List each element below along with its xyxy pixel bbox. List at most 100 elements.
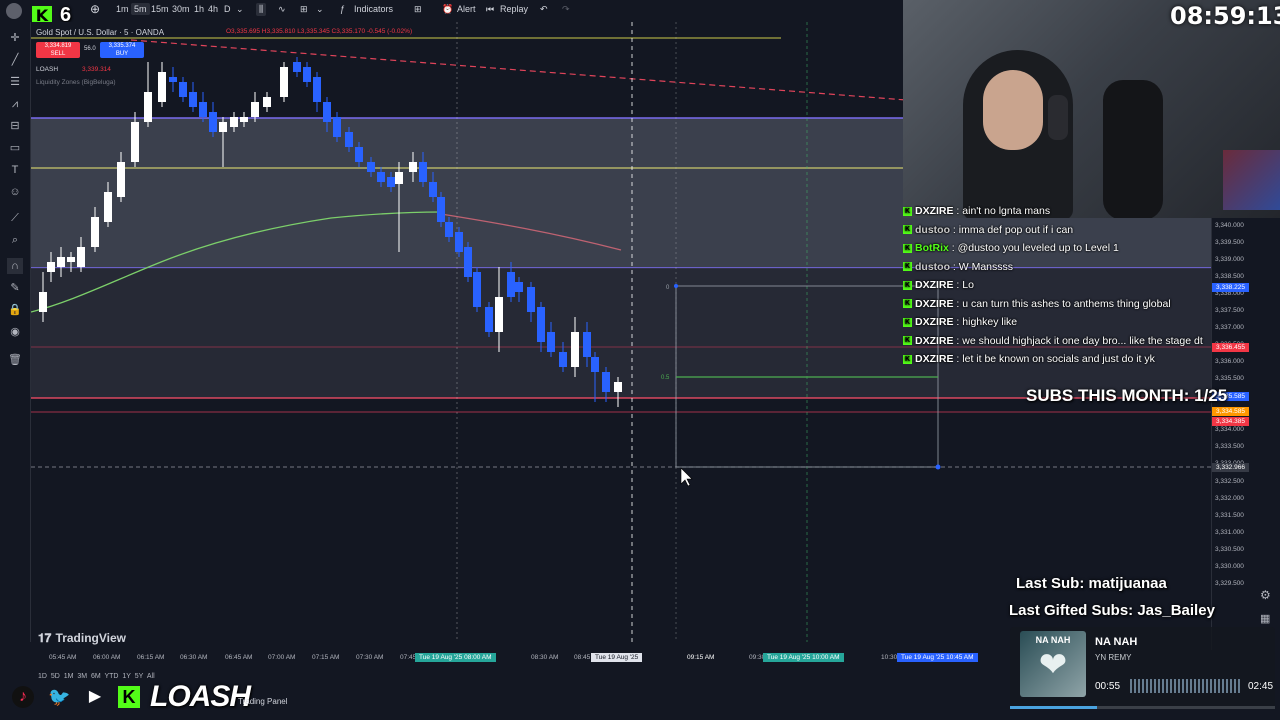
price-tag-crosshair: 3,332.966 <box>1212 463 1249 472</box>
price-axis-label: 3,336.000 <box>1215 358 1244 365</box>
zoom-icon[interactable]: ⌕ <box>7 232 23 248</box>
candle-body <box>219 122 227 132</box>
shapes-icon[interactable]: ▭ <box>7 140 23 156</box>
price-tag-red-low: 3,334.385 <box>1212 417 1249 426</box>
price-axis-label: 3,330.000 <box>1215 563 1244 570</box>
kick-badge-icon: K <box>903 280 912 290</box>
chat-message: K DXZIRE : Lo <box>903 279 974 296</box>
range-1m[interactable]: 1M <box>64 673 74 680</box>
chevron-down-icon[interactable]: ⌄ <box>236 4 244 15</box>
indicator-loash[interactable]: LOASH <box>36 66 58 73</box>
candle-body <box>367 162 375 172</box>
sell-button[interactable]: 3,334.819 SELL <box>36 42 80 58</box>
interval-15m[interactable]: 15m <box>151 4 169 14</box>
draw-mode-icon[interactable]: ✎ <box>7 280 23 296</box>
interval-d[interactable]: D <box>224 4 231 14</box>
crosshair-icon[interactable]: ✛ <box>7 30 23 46</box>
price-axis-label: 3,335.500 <box>1215 375 1244 382</box>
price-tag-blue-top: 3,338.225 <box>1212 283 1249 292</box>
candle-body <box>602 372 610 392</box>
youtube-icon: ▶ <box>88 688 102 705</box>
indicators-button[interactable]: Indicators <box>354 4 393 14</box>
ohlc-values: O3,335.695 H3,335.810 L3,335.345 C3,335.… <box>226 28 413 35</box>
spread-value: 56.0 <box>84 46 96 52</box>
chat-text: : ain't no lgnta mans <box>953 205 1051 217</box>
undo-icon[interactable]: ↶ <box>540 4 548 15</box>
text-icon[interactable]: T <box>7 162 23 178</box>
trading-panel-tab[interactable]: Trading Panel <box>238 697 288 706</box>
range-ytd[interactable]: YTD <box>104 673 118 680</box>
line-chart-icon[interactable]: ∿ <box>278 4 286 15</box>
time-tag-blue: Tue 19 Aug '25 10:45 AM <box>897 653 978 662</box>
indicators-icon[interactable]: ƒ <box>340 4 345 14</box>
time-label: 06:00 AM <box>93 654 121 661</box>
time-tag-green2: Tue 19 Aug '25 10:00 AM <box>763 653 844 662</box>
settings-icon[interactable]: ⚙ <box>1260 588 1271 602</box>
replay-icon[interactable]: ⏮ <box>486 4 494 15</box>
fib-icon[interactable]: ☰ <box>7 74 23 90</box>
interval-1h[interactable]: 1h <box>194 4 204 14</box>
range-1y[interactable]: 1Y <box>122 673 131 680</box>
lock-icon[interactable]: 🔒 <box>7 302 23 318</box>
interval-30m[interactable]: 30m <box>172 4 190 14</box>
candle-body <box>91 217 99 247</box>
candle-body <box>144 92 152 122</box>
track-title: NA NAH <box>1095 636 1138 648</box>
redo-icon[interactable]: ↷ <box>562 4 570 15</box>
chat-username: DXZIRE <box>915 205 954 217</box>
indicator-liquidity-zones[interactable]: Liquidity Zones (BigBeluga) <box>36 79 116 86</box>
templates-icon[interactable]: ⊞ <box>414 4 422 15</box>
chat-text: : u can turn this ashes to anthems thing… <box>953 297 1171 310</box>
eye-icon[interactable]: ◉ <box>7 324 23 340</box>
time-label: 05:45 AM <box>49 654 77 661</box>
candle-body <box>559 352 567 367</box>
interval-1m[interactable]: 1m <box>116 4 129 14</box>
chevron-down-icon[interactable]: ⌄ <box>316 4 324 15</box>
alert-icon[interactable]: ⏰ <box>442 4 453 15</box>
price-axis-label: 3,339.000 <box>1215 256 1244 263</box>
interval-5m[interactable]: 5m <box>131 3 150 15</box>
chat-text: : we should highjack it one day bro... l… <box>953 334 1203 347</box>
range-5d[interactable]: 5D <box>51 673 60 680</box>
album-art: NA NAH ❤ <box>1020 631 1086 697</box>
price-axis-label: 3,329.500 <box>1215 580 1244 587</box>
progress-fill <box>1010 706 1098 709</box>
chart-toolbar: K 6 ⊕ 1m 5m 15m 30m 1h 4h D ⌄ ⫼ ∿ ⊞ ⌄ ƒ … <box>0 0 903 26</box>
range-6m[interactable]: 6M <box>91 673 101 680</box>
magnet-icon[interactable]: ∩ <box>7 258 23 274</box>
calendar-icon[interactable]: ▦ <box>1260 612 1270 625</box>
range-1d[interactable]: 1D <box>38 673 47 680</box>
add-symbol-icon[interactable]: ⊕ <box>90 2 100 16</box>
interval-4h[interactable]: 4h <box>208 4 218 14</box>
range-3m[interactable]: 3M <box>77 673 87 680</box>
range-5y[interactable]: 5Y <box>135 673 144 680</box>
trash-icon[interactable]: 🗑 <box>7 352 23 368</box>
trend-line-icon[interactable]: ╱ <box>7 52 23 68</box>
range-level-mid: 0.5 <box>661 375 670 381</box>
kick-badge-icon: K <box>903 225 912 235</box>
buy-button[interactable]: 3,335.374 BUY <box>100 42 144 58</box>
indicator-loash-value: 3,339.314 <box>82 66 111 73</box>
symbol-title[interactable]: Gold Spot / U.S. Dollar · 5 · OANDA <box>36 28 164 37</box>
compare-icon[interactable]: ⊞ <box>300 4 308 15</box>
icons-icon[interactable]: ☺ <box>7 184 23 200</box>
price-axis-label: 3,340.000 <box>1215 222 1244 229</box>
candles-icon[interactable]: ⫼ <box>256 3 267 16</box>
range-all[interactable]: All <box>147 673 155 680</box>
tradingview-logo: 𝟏𝟕 TradingView <box>38 631 126 645</box>
elapsed-time: 00:55 <box>1095 681 1121 692</box>
subs-label: SUBS THIS MONTH: <box>1026 386 1190 405</box>
chat-message: K DXZIRE : we should highjack it one day … <box>903 335 1203 352</box>
candle-body <box>547 332 555 352</box>
pattern-icon[interactable]: ⩘ <box>7 96 23 112</box>
sell-price: 3,334.819 <box>44 43 72 49</box>
measure-icon[interactable]: ⟋ <box>7 210 23 226</box>
kick-icon: K <box>118 686 140 708</box>
alert-button[interactable]: Alert <box>457 4 476 14</box>
replay-button[interactable]: Replay <box>500 4 528 14</box>
projection-icon[interactable]: ⊟ <box>7 118 23 134</box>
avatar[interactable] <box>6 3 22 19</box>
candle-body <box>507 272 515 297</box>
candle-body <box>395 172 403 184</box>
candle-body <box>199 102 207 117</box>
